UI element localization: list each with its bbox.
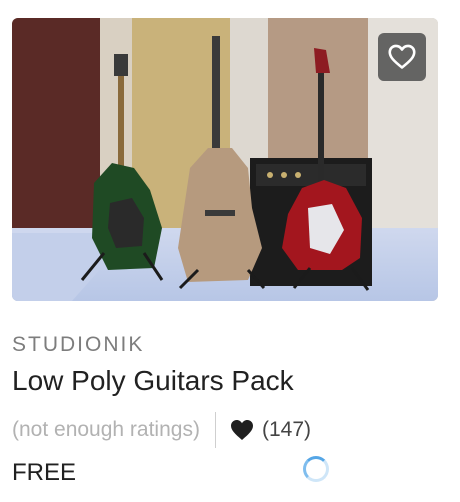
publisher-link[interactable]: STUDIONIK: [12, 333, 144, 357]
heart-filled-icon: [230, 419, 254, 441]
rating-text: (not enough ratings): [12, 418, 200, 441]
favorites-count: (147): [261, 418, 311, 441]
favorite-button[interactable]: [378, 33, 426, 81]
rating-row: (not enough ratings) (147): [12, 412, 311, 448]
heart-outline-icon: [388, 44, 416, 69]
divider: [214, 412, 216, 448]
guitars-preview-image: [12, 18, 438, 301]
asset-card[interactable]: STUDIONIK Low Poly Guitars Pack (not eno…: [0, 0, 460, 502]
loading-spinner-icon: [303, 456, 329, 482]
asset-thumbnail[interactable]: [12, 18, 438, 301]
price-label: FREE: [12, 459, 77, 486]
asset-title[interactable]: Low Poly Guitars Pack: [12, 365, 294, 397]
